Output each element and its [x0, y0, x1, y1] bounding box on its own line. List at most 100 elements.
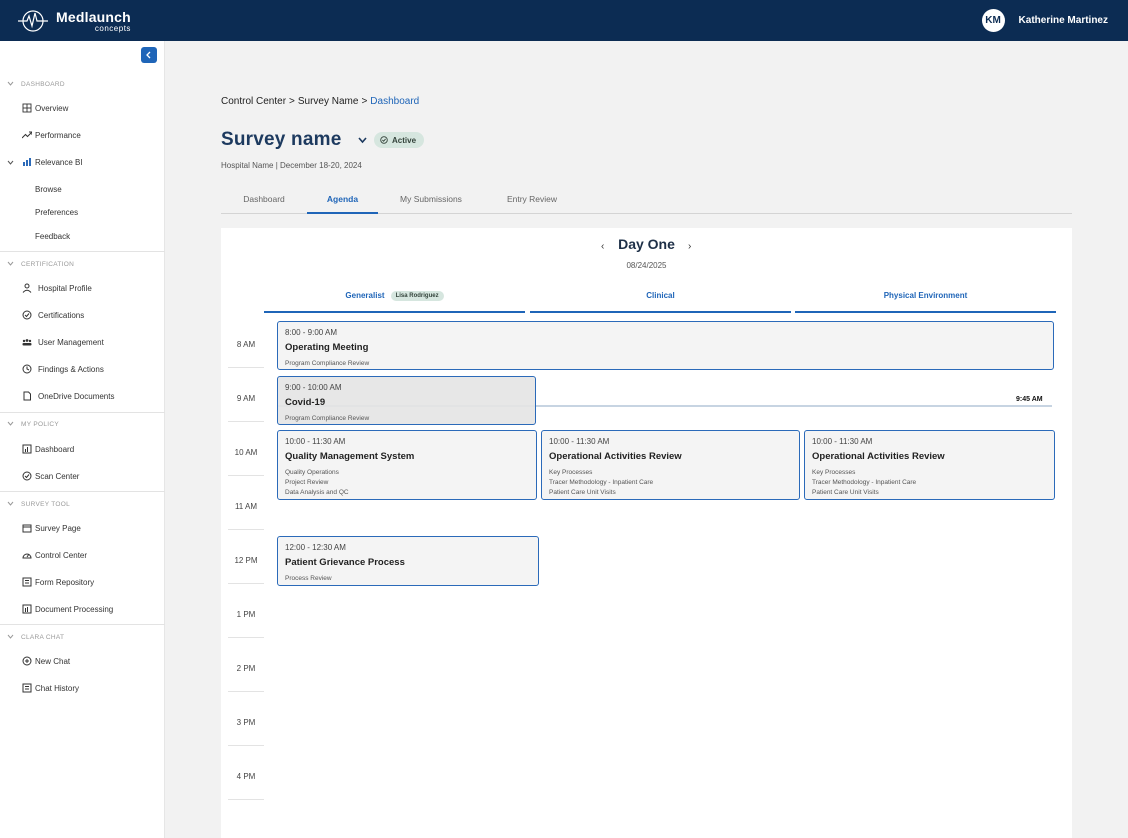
sidebar-item-findings-actions[interactable]: Findings & Actions	[0, 358, 165, 380]
event-detail: Process Review	[285, 575, 332, 582]
agenda-event[interactable]: 12:00 - 12:30 AM Patient Grievance Proce…	[277, 536, 539, 586]
chevron-down-icon	[7, 501, 14, 506]
sidebar-item-label: Relevance BI	[35, 157, 83, 167]
avatar[interactable]: KM	[981, 9, 1005, 32]
grid-icon	[22, 103, 32, 113]
sidebar-item-new-chat[interactable]: New Chat	[0, 650, 165, 672]
sidebar-item-survey-page[interactable]: Survey Page	[0, 517, 165, 539]
event-time: 9:00 - 10:00 AM	[285, 383, 342, 392]
column-header-clinical[interactable]: Clinical	[530, 291, 791, 313]
chevron-down-icon	[7, 634, 14, 639]
event-title: Operational Activities Review	[812, 451, 945, 462]
sidebar-item-label: Performance	[35, 130, 81, 140]
divider	[0, 251, 165, 252]
hour-divider	[228, 745, 264, 746]
event-time: 12:00 - 12:30 AM	[285, 543, 346, 552]
hour-divider	[228, 691, 264, 692]
divider	[0, 624, 165, 625]
breadcrumb-separator: >	[361, 96, 368, 107]
hour-divider	[228, 421, 264, 422]
bar-chart-icon	[22, 604, 32, 614]
hour-label: 12 PM	[234, 556, 258, 565]
sidebar-item-label: Certifications	[38, 310, 85, 320]
sidebar-item-hospital-profile[interactable]: Hospital Profile	[0, 277, 165, 299]
breadcrumb-separator: >	[289, 96, 295, 107]
sidebar-item-label: Chat History	[35, 683, 80, 693]
sidebar-item-relevance-bi[interactable]: Relevance BI	[0, 151, 165, 173]
sidebar-subitem-browse[interactable]: Browse	[0, 178, 165, 200]
hour-label: 11 AM	[234, 502, 258, 511]
chevron-down-icon	[7, 421, 14, 426]
sidebar-item-scan-center[interactable]: Scan Center	[0, 465, 165, 487]
tab-entry-review[interactable]: Entry Review	[501, 194, 563, 204]
column-header-generalist[interactable]: Generalist Lisa Rodriguez	[264, 291, 525, 313]
user-name[interactable]: Katherine Martinez	[1019, 15, 1108, 26]
sidebar-item-label: OneDrive Documents	[38, 391, 115, 401]
hour-label: 2 PM	[236, 664, 256, 673]
sidebar-item-label: User Management	[38, 337, 104, 347]
agenda-event[interactable]: 10:00 - 11:30 AM Operational Activities …	[541, 430, 800, 500]
tab-my-submissions[interactable]: My Submissions	[395, 194, 467, 204]
hour-divider	[228, 637, 264, 638]
agenda-event[interactable]: 9:00 - 10:00 AM Covid-19 Program Complia…	[277, 376, 536, 425]
active-tab-indicator	[307, 212, 378, 214]
user-menu[interactable]: KM Katherine Martinez	[981, 9, 1108, 32]
event-title: Operating Meeting	[285, 342, 369, 353]
sidebar-item-policy-dashboard[interactable]: Dashboard	[0, 438, 165, 460]
column-label: Physical Environment	[883, 291, 968, 300]
chat-plus-icon	[22, 656, 32, 666]
breadcrumb: Control Center > Survey Name > Dashboard	[221, 96, 419, 107]
event-detail: Key Processes	[812, 469, 856, 476]
hour-divider	[228, 475, 264, 476]
sidebar-item-performance[interactable]: Performance	[0, 124, 165, 146]
breadcrumb-item[interactable]: Control Center	[221, 96, 286, 107]
sidebar-item-onedrive-documents[interactable]: OneDrive Documents	[0, 385, 165, 407]
event-detail: Program Compliance Review	[285, 415, 370, 422]
calendar-icon	[22, 524, 32, 533]
agenda-event[interactable]: 10:00 - 11:30 AM Quality Management Syst…	[277, 430, 537, 500]
next-day-button[interactable]: ›	[688, 241, 691, 252]
sidebar-item-overview[interactable]: Overview	[0, 97, 165, 119]
sidebar-item-label: Dashboard	[35, 444, 75, 454]
hour-divider	[228, 799, 264, 800]
hour-label: 1 PM	[236, 610, 256, 619]
agenda-event[interactable]: 8:00 - 9:00 AM Operating Meeting Program…	[277, 321, 1054, 370]
chevron-down-icon	[7, 261, 14, 266]
section-survey-tool[interactable]: SURVEY TOOL	[0, 495, 165, 513]
agenda-event[interactable]: 10:00 - 11:30 AM Operational Activities …	[804, 430, 1055, 500]
logo[interactable]: Medlaunch concepts	[18, 8, 131, 34]
column-label: Clinical	[646, 291, 675, 300]
day-title: Day One	[618, 236, 675, 252]
chevron-down-icon	[7, 81, 14, 86]
clock-icon	[22, 364, 32, 374]
chart-box-icon	[22, 444, 32, 454]
divider	[0, 491, 165, 492]
sidebar-item-form-repository[interactable]: Form Repository	[0, 571, 165, 593]
chevron-down-icon[interactable]	[358, 136, 367, 144]
sidebar-subitem-preferences[interactable]: Preferences	[0, 201, 165, 223]
check-circle-icon	[380, 136, 388, 144]
sidebar-item-control-center[interactable]: Control Center	[0, 544, 165, 566]
hour-divider	[228, 583, 264, 584]
section-clara-chat[interactable]: CLARA CHAT	[0, 628, 165, 646]
hour-divider	[228, 367, 264, 368]
sidebar-item-user-management[interactable]: User Management	[0, 331, 165, 353]
agenda-panel: ‹ Day One › 08/24/2025 Generalist Lisa Ro…	[221, 228, 1072, 838]
section-label: MY POLICY	[21, 420, 59, 428]
column-header-physical-environment[interactable]: Physical Environment	[795, 291, 1056, 313]
event-detail: Tracer Methodology - Inpatient Care	[549, 479, 654, 486]
breadcrumb-current: Dashboard	[370, 96, 420, 107]
section-certification[interactable]: CERTIFICATION	[0, 255, 165, 273]
tab-dashboard[interactable]: Dashboard	[240, 194, 288, 204]
assignee-badge: Lisa Rodriguez	[390, 291, 444, 301]
sidebar-item-document-processing[interactable]: Document Processing	[0, 598, 165, 620]
event-time: 10:00 - 11:30 AM	[285, 437, 346, 446]
tab-agenda[interactable]: Agenda	[307, 194, 378, 204]
breadcrumb-item[interactable]: Survey Name	[298, 96, 359, 107]
section-dashboard[interactable]: DASHBOARD	[0, 75, 165, 93]
sidebar-item-certifications[interactable]: Certifications	[0, 304, 165, 326]
section-my-policy[interactable]: MY POLICY	[0, 415, 165, 433]
sidebar-subitem-feedback[interactable]: Feedback	[0, 225, 165, 247]
sidebar-item-chat-history[interactable]: Chat History	[0, 677, 165, 699]
collapse-sidebar-button[interactable]	[141, 47, 157, 63]
